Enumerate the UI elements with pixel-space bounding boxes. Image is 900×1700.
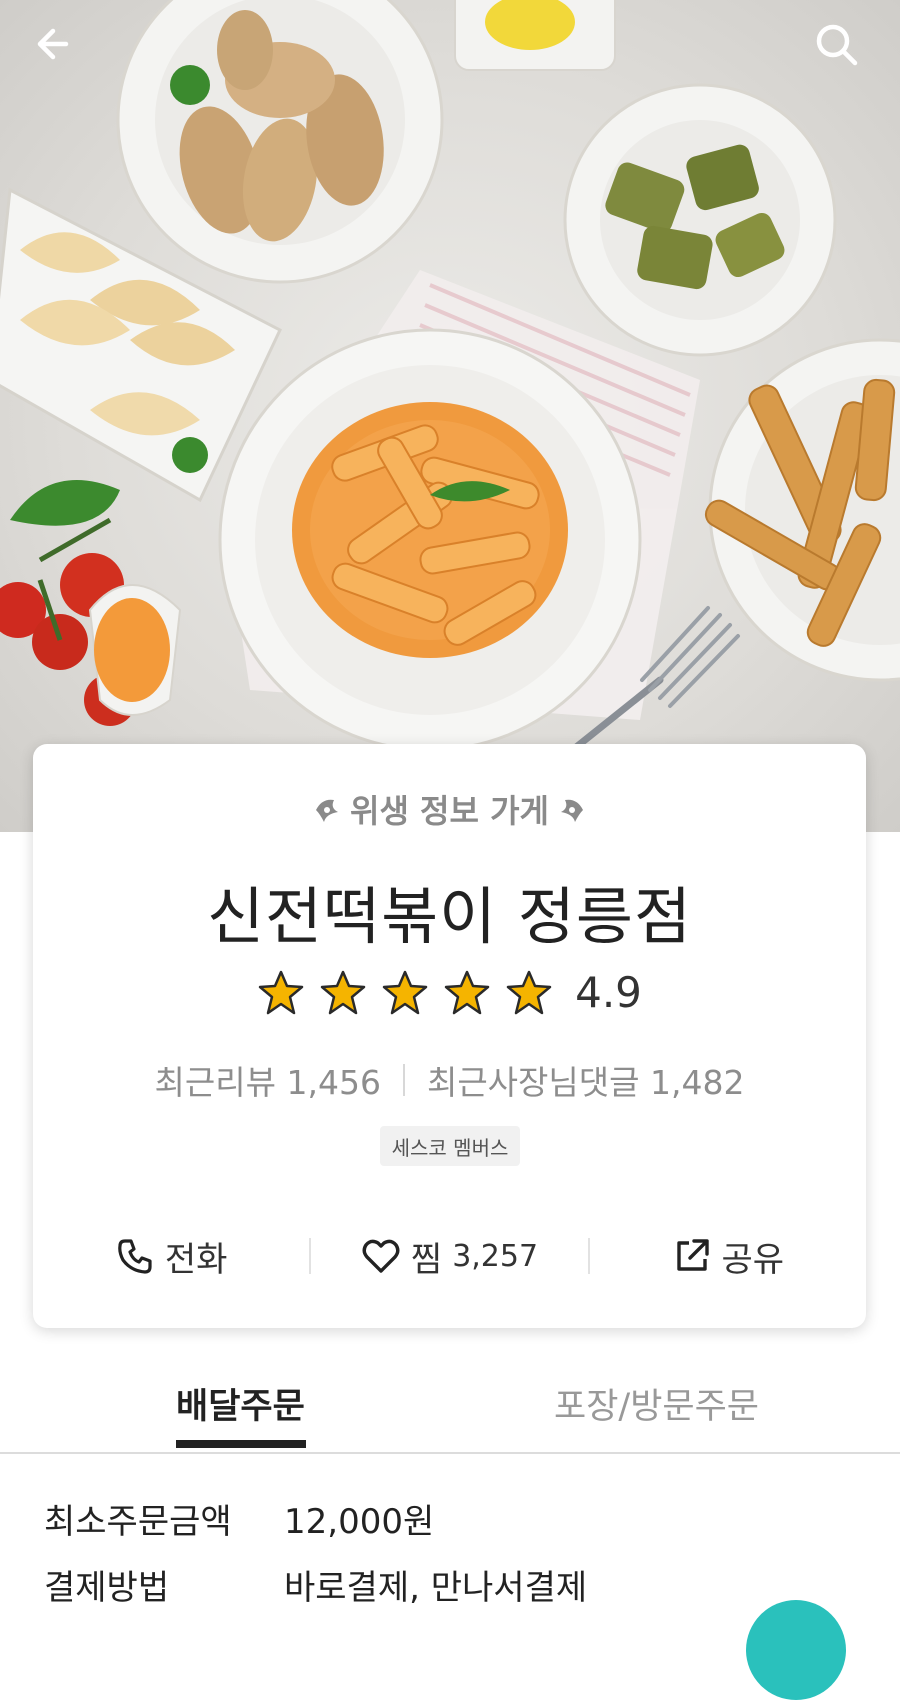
star-icon	[444, 970, 490, 1014]
min-order-label: 최소주문금액	[44, 1502, 232, 1542]
share-button[interactable]: 공유	[590, 1232, 866, 1281]
star-icon	[506, 970, 552, 1014]
store-info-card: 위생 정보 가게 신전떡볶이 정릉점 4.9 최근리뷰 1,456 최근사장님댓…	[33, 744, 866, 1328]
divider	[402, 1064, 405, 1096]
store-hero-image	[0, 0, 900, 832]
call-button[interactable]: 전화	[33, 1232, 309, 1281]
store-name: 신전떡볶이 정릉점	[206, 880, 693, 953]
recent-reviews-link[interactable]: 최근리뷰 1,456	[155, 1056, 381, 1104]
min-order-value: 12,000원	[284, 1502, 435, 1542]
search-icon	[816, 24, 858, 66]
tab-pickup[interactable]: 포장/방문주문	[554, 1378, 759, 1429]
min-order-row: 최소주문금액 12,000원	[44, 1494, 864, 1543]
like-button[interactable]: 찜 3,257	[311, 1232, 587, 1281]
share-label: 공유	[721, 1239, 785, 1280]
tab-indicator	[176, 1440, 306, 1448]
order-type-tabs: 배달주문 포장/방문주문	[0, 1364, 900, 1454]
leaf-left-icon	[316, 799, 339, 822]
back-button[interactable]	[32, 22, 88, 78]
star-icon	[382, 970, 428, 1014]
star-icon	[320, 970, 366, 1014]
member-badge: 세스코 멤버스	[380, 1126, 520, 1166]
payment-method-value: 바로결제, 만나서결제	[284, 1568, 588, 1608]
call-label: 전화	[164, 1239, 228, 1280]
hygiene-label: 위생 정보 가게	[350, 792, 549, 830]
share-icon	[676, 1239, 709, 1271]
like-count: 3,257	[452, 1238, 539, 1274]
store-actions: 전화 찜 3,257 공유	[33, 1228, 866, 1284]
arrow-left-icon	[37, 28, 69, 60]
phone-icon	[118, 1239, 152, 1274]
floating-action-button[interactable]	[746, 1600, 846, 1700]
heart-icon	[362, 1239, 400, 1273]
food-photo	[0, 0, 900, 807]
rating-row[interactable]: 4.9	[33, 968, 866, 1017]
review-stats: 최근리뷰 1,456 최근사장님댓글 1,482	[33, 1056, 866, 1104]
hygiene-badge[interactable]: 위생 정보 가게	[33, 786, 866, 832]
star-icon	[258, 970, 304, 1014]
like-label: 찜	[410, 1239, 443, 1280]
rating-value: 4.9	[575, 968, 642, 1017]
recent-owner-replies-link[interactable]: 최근사장님댓글 1,482	[427, 1056, 744, 1104]
tab-delivery[interactable]: 배달주문	[176, 1378, 305, 1429]
payment-method-row: 결제방법 바로결제, 만나서결제	[44, 1560, 864, 1609]
search-button[interactable]	[814, 22, 870, 78]
leaf-right-icon	[560, 799, 583, 822]
payment-method-label: 결제방법	[44, 1568, 170, 1608]
